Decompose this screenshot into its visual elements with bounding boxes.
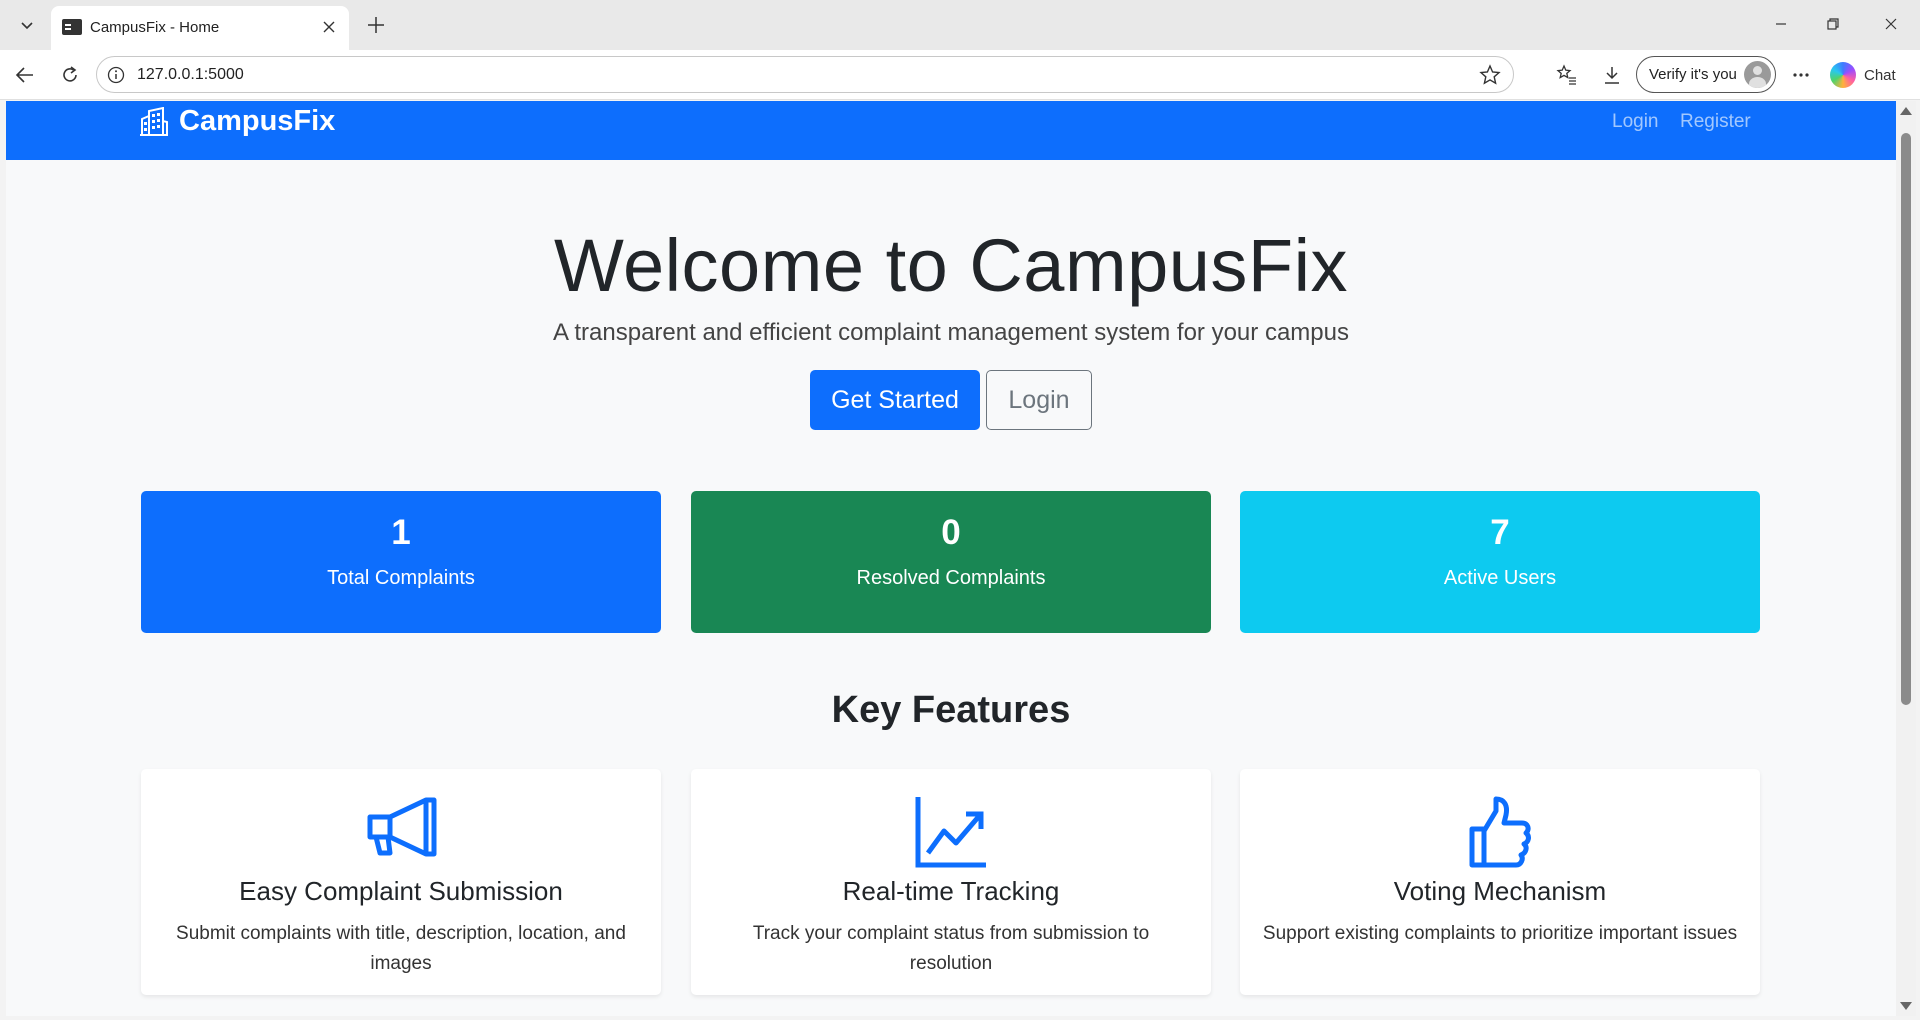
key-features-heading: Key Features bbox=[831, 689, 1071, 731]
scrollbar-thumb[interactable] bbox=[1901, 133, 1911, 705]
feature-title: Real-time Tracking bbox=[842, 876, 1060, 906]
favorite-star-icon[interactable] bbox=[1479, 64, 1501, 91]
copilot-icon bbox=[1830, 62, 1856, 88]
feature-description: Track your complaint status from submiss… bbox=[752, 923, 1150, 974]
close-tab-icon[interactable] bbox=[317, 15, 341, 39]
new-tab-plus-icon[interactable] bbox=[360, 10, 392, 40]
minimize-icon[interactable] bbox=[1758, 8, 1804, 40]
stat-value: 7 bbox=[1490, 513, 1510, 552]
browser-tab[interactable]: CampusFix - Home bbox=[51, 6, 349, 50]
copilot-chat-button[interactable]: Chat bbox=[1830, 61, 1896, 89]
graph-up-icon bbox=[915, 797, 986, 868]
feature-card-submission: Easy Complaint Submission Submit complai… bbox=[141, 769, 661, 995]
site-navbar: CampusFix Login Register bbox=[6, 101, 1896, 160]
stat-label: Active Users bbox=[1443, 567, 1557, 589]
verify-label: Verify it's you bbox=[1649, 66, 1737, 83]
stat-label: Total Complaints bbox=[327, 567, 475, 589]
brand-name: CampusFix bbox=[179, 105, 336, 137]
stat-card-total-complaints: 1 Total Complaints bbox=[141, 491, 661, 633]
tab-title: CampusFix - Home bbox=[90, 19, 220, 36]
browser-toolbar: 127.0.0.1:5000 Verify it's you Chat bbox=[0, 50, 1920, 100]
scroll-up-arrow-icon[interactable] bbox=[1900, 107, 1912, 115]
address-bar[interactable]: 127.0.0.1:5000 bbox=[96, 56, 1514, 93]
nav-register-link[interactable]: Register bbox=[1680, 111, 1751, 133]
feature-title: Voting Mechanism bbox=[1393, 876, 1607, 906]
stat-value: 1 bbox=[391, 513, 411, 552]
downloads-icon[interactable] bbox=[1596, 59, 1628, 91]
site-info-icon[interactable] bbox=[107, 66, 125, 89]
tab-list-chevron-icon[interactable] bbox=[11, 10, 43, 40]
stat-card-resolved-complaints: 0 Resolved Complaints bbox=[691, 491, 1211, 633]
megaphone-icon bbox=[367, 797, 437, 857]
feature-description: Submit complaints with title, descriptio… bbox=[176, 923, 626, 974]
feature-title: Easy Complaint Submission bbox=[239, 876, 563, 906]
verify-profile-button[interactable]: Verify it's you bbox=[1636, 56, 1776, 93]
reload-icon[interactable] bbox=[54, 59, 86, 91]
back-arrow-icon[interactable] bbox=[9, 59, 41, 91]
scroll-down-arrow-icon[interactable] bbox=[1900, 1002, 1912, 1010]
page-scrollbar[interactable] bbox=[1896, 101, 1916, 1016]
hero-login-button[interactable]: Login bbox=[986, 370, 1092, 430]
hero-title: Welcome to CampusFix bbox=[553, 224, 1349, 307]
thumbs-up-icon bbox=[1469, 796, 1531, 868]
get-started-button[interactable]: Get Started bbox=[810, 370, 980, 430]
chat-label: Chat bbox=[1864, 66, 1896, 84]
restore-icon[interactable] bbox=[1810, 8, 1856, 40]
building-icon bbox=[140, 106, 168, 136]
page-viewport: CampusFix Login Register Welcome to Camp… bbox=[6, 101, 1896, 1016]
url-text: 127.0.0.1:5000 bbox=[137, 66, 244, 83]
hero-subtitle: A transparent and efficient complaint ma… bbox=[553, 319, 1349, 346]
browser-tab-bar: CampusFix - Home bbox=[0, 0, 1920, 50]
feature-card-voting: Voting Mechanism Support existing compla… bbox=[1240, 769, 1760, 995]
feature-description: Support existing complaints to prioritiz… bbox=[1262, 923, 1738, 944]
close-window-icon[interactable] bbox=[1868, 8, 1914, 40]
brand-link[interactable]: CampusFix bbox=[139, 105, 335, 138]
more-options-icon[interactable] bbox=[1785, 59, 1817, 91]
nav-login-link[interactable]: Login bbox=[1612, 111, 1659, 133]
stat-card-active-users: 7 Active Users bbox=[1240, 491, 1760, 633]
profile-avatar-icon bbox=[1744, 61, 1771, 88]
stat-label: Resolved Complaints bbox=[856, 567, 1046, 589]
favorites-list-icon[interactable] bbox=[1551, 59, 1583, 91]
stat-value: 0 bbox=[941, 513, 961, 552]
feature-card-tracking: Real-time Tracking Track your complaint … bbox=[691, 769, 1211, 995]
terminal-favicon-icon bbox=[62, 19, 82, 35]
